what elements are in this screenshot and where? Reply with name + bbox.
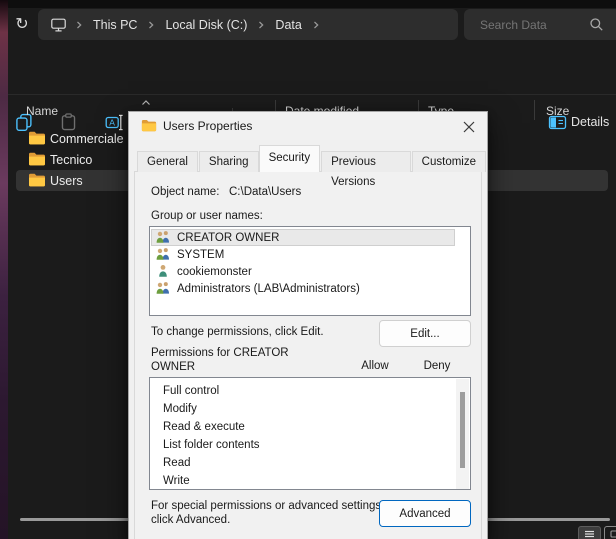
- permissions-list[interactable]: Full control Modify Read & execute List …: [149, 377, 471, 490]
- file-name: Commerciale: [50, 132, 124, 146]
- breadcrumb-item-this-pc[interactable]: This PC: [85, 15, 145, 35]
- tab-previous-versions[interactable]: Previous Versions: [321, 151, 411, 172]
- details-view-toggle-button[interactable]: [578, 526, 601, 539]
- allow-column-label: Allow: [353, 360, 397, 372]
- users-properties-dialog: Users Properties General Sharing Securit…: [128, 111, 488, 539]
- principal-row-administrators[interactable]: Administrators (LAB\Administrators): [151, 280, 455, 297]
- dialog-tabs: General Sharing Security Previous Versio…: [137, 145, 487, 172]
- close-icon: [463, 121, 475, 133]
- permission-row-special-permissions[interactable]: Special permissions: [163, 486, 265, 490]
- principal-name: SYSTEM: [177, 249, 224, 261]
- folder-icon: [28, 173, 46, 190]
- breadcrumb-chevron-icon[interactable]: [75, 20, 83, 30]
- principal-name: cookiemonster: [177, 266, 252, 278]
- principal-row-system[interactable]: SYSTEM: [151, 246, 455, 263]
- details-view-icon: [584, 530, 595, 538]
- file-name: Users: [50, 174, 83, 188]
- refresh-icon: ↻: [15, 17, 28, 33]
- search-input[interactable]: [478, 17, 582, 33]
- group-user-list[interactable]: CREATOR OWNER SYSTEM: [149, 226, 471, 316]
- permission-row-full-control[interactable]: Full control: [163, 382, 219, 400]
- group-icon: [155, 247, 171, 263]
- permission-row-list-folder-contents[interactable]: List folder contents: [163, 436, 260, 454]
- breadcrumb-chevron-icon[interactable]: [257, 20, 265, 30]
- desktop-background-strip: [0, 0, 8, 539]
- object-name-value: C:\Data\Users: [229, 186, 301, 198]
- permissions-scrollbar[interactable]: [456, 379, 469, 490]
- tab-security[interactable]: Security: [259, 145, 321, 172]
- breadcrumb-chevron-icon[interactable]: [312, 20, 320, 30]
- search-box[interactable]: [464, 9, 616, 40]
- group-icon: [155, 230, 171, 246]
- principal-name: Administrators (LAB\Administrators): [177, 283, 360, 295]
- folder-icon: [141, 119, 157, 135]
- close-button[interactable]: [460, 118, 478, 136]
- principal-row-cookiemonster[interactable]: cookiemonster: [151, 263, 455, 280]
- edit-button-label: Edit...: [410, 328, 439, 340]
- principal-row-creator-owner[interactable]: CREATOR OWNER: [151, 229, 455, 246]
- column-separator[interactable]: [534, 100, 535, 120]
- search-icon[interactable]: [589, 17, 604, 37]
- breadcrumb-item-data[interactable]: Data: [267, 15, 309, 35]
- user-icon: [155, 264, 171, 280]
- folder-icon: [28, 152, 46, 169]
- dialog-title: Users Properties: [163, 119, 252, 133]
- column-header-name[interactable]: Name: [26, 104, 58, 118]
- permissions-for-label: Permissions for CREATOR OWNER: [151, 346, 301, 374]
- deny-column-label: Deny: [415, 360, 459, 372]
- advanced-button[interactable]: Advanced: [379, 500, 471, 527]
- icons-view-toggle-button[interactable]: [604, 526, 616, 539]
- group-user-names-label: Group or user names:: [151, 210, 263, 222]
- dialog-titlebar[interactable]: Users Properties: [129, 112, 487, 140]
- tab-sharing[interactable]: Sharing: [199, 151, 259, 172]
- permission-row-read[interactable]: Read: [163, 454, 191, 472]
- permission-row-read-execute[interactable]: Read & execute: [163, 418, 245, 436]
- scrollbar-thumb[interactable]: [460, 392, 465, 468]
- group-icon: [155, 281, 171, 297]
- sort-ascending-icon: [141, 95, 151, 109]
- object-name-label: Object name:: [151, 186, 219, 198]
- icons-view-icon: [610, 530, 616, 538]
- edit-button[interactable]: Edit...: [379, 320, 471, 347]
- principal-name: CREATOR OWNER: [177, 232, 279, 244]
- refresh-button[interactable]: ↻: [12, 15, 32, 35]
- edit-hint-text: To change permissions, click Edit.: [151, 326, 324, 338]
- this-pc-icon[interactable]: [44, 14, 73, 36]
- breadcrumb-item-local-disk-c[interactable]: Local Disk (C:): [157, 15, 255, 35]
- tab-customize[interactable]: Customize: [412, 151, 486, 172]
- permission-row-modify[interactable]: Modify: [163, 400, 197, 418]
- monitor-icon: [50, 17, 67, 33]
- advanced-hint-text: For special permissions or advanced sett…: [151, 499, 389, 527]
- tab-general[interactable]: General: [137, 151, 198, 172]
- breadcrumb-chevron-icon[interactable]: [147, 20, 155, 30]
- folder-icon: [28, 131, 46, 148]
- toolbar: A: [8, 48, 616, 95]
- breadcrumb: This PC Local Disk (C:) Data: [38, 9, 458, 40]
- screen: ↻ This PC Local Disk (C:) Data: [0, 0, 616, 539]
- advanced-button-label: Advanced: [399, 508, 450, 520]
- window-top-edge: [8, 0, 616, 8]
- file-name: Tecnico: [50, 153, 92, 167]
- column-header-size[interactable]: Size: [546, 104, 569, 118]
